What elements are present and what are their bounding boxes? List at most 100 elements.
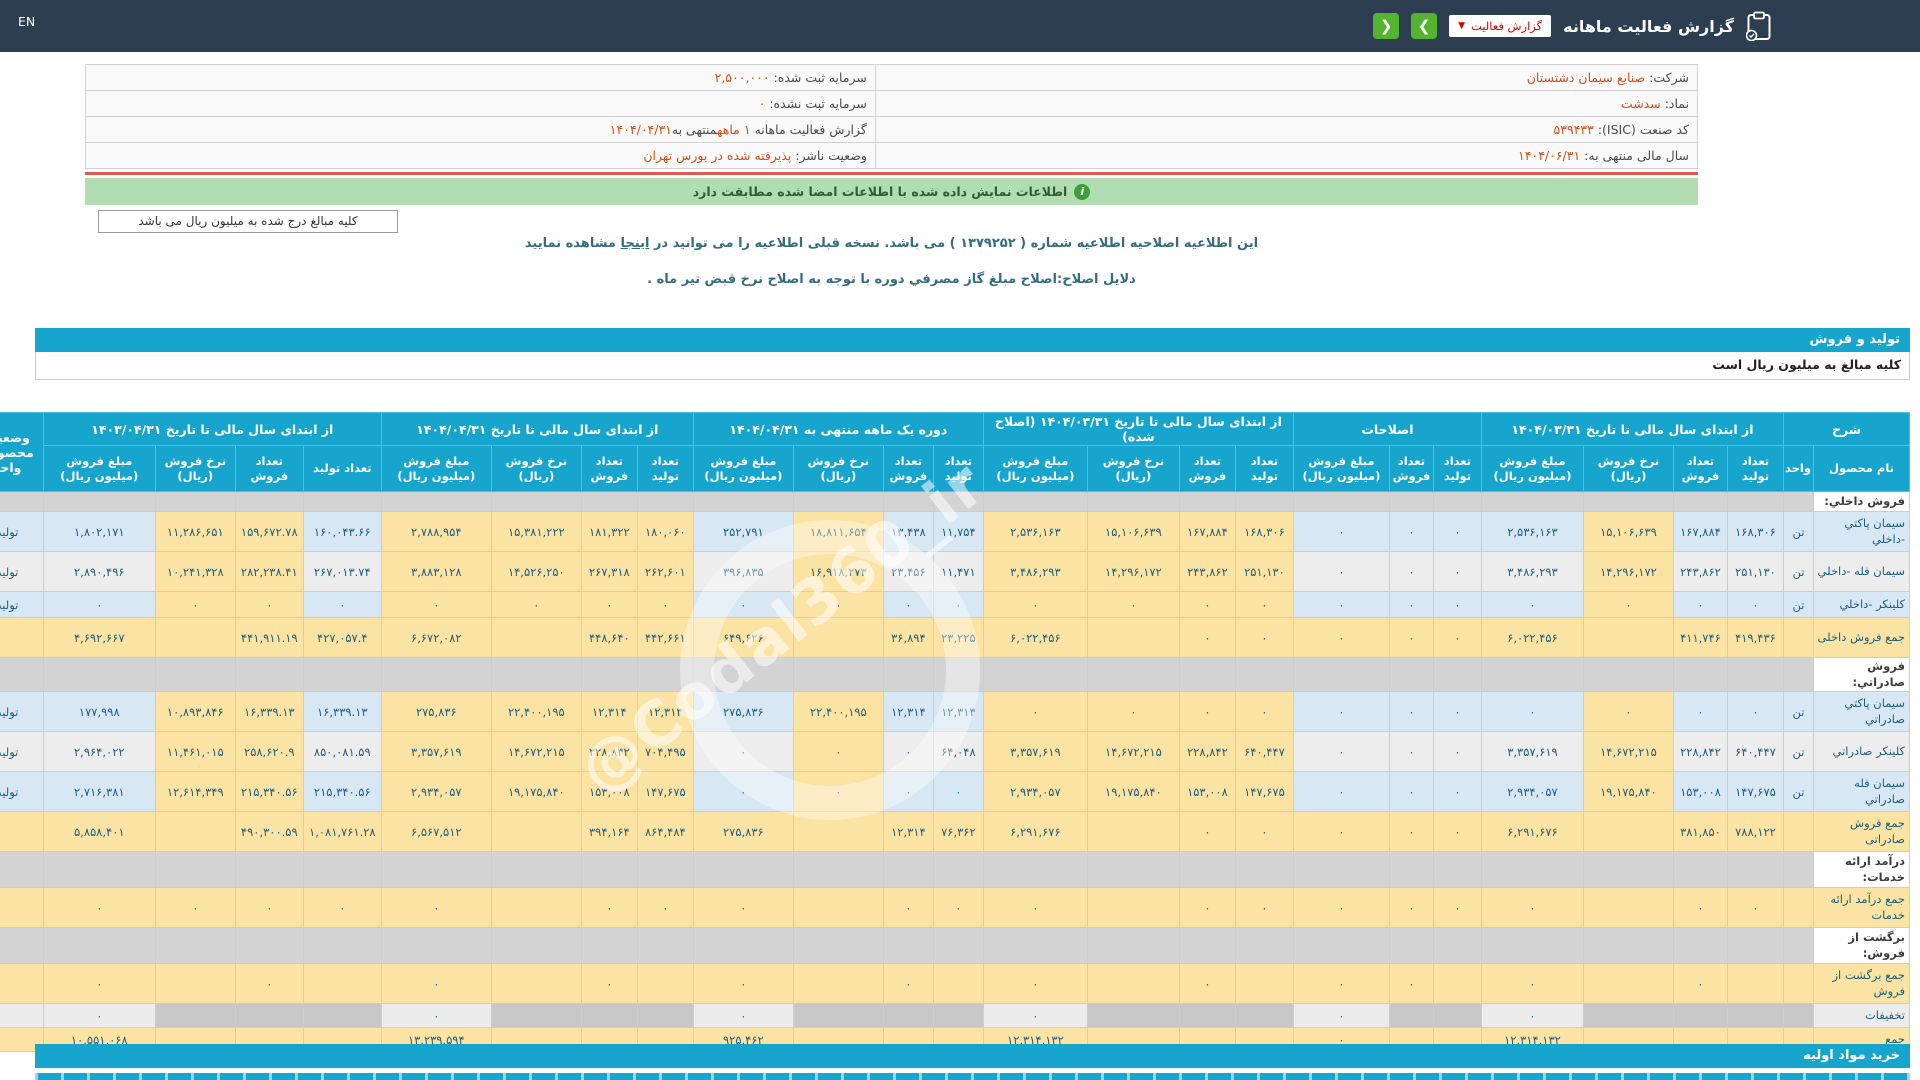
table-cell: ۰ (1583, 592, 1673, 618)
table-cell: ۰ (235, 964, 303, 1004)
table-cell: ۶۴,۰۴۸ (933, 732, 983, 772)
table-cell: ۶,۶۷۲,۰۸۲ (381, 618, 491, 658)
table-cell (581, 658, 637, 692)
table-cell: ۰ (1293, 732, 1389, 772)
table-cell: ۲,۸۹۰,۴۹۶ (43, 552, 155, 592)
report-type-dropdown[interactable]: گزارش فعالیت ▼ (1449, 15, 1551, 37)
chevron-down-icon: ▼ (1458, 21, 1465, 31)
table-cell: ۳,۳۵۷,۶۱۹ (983, 732, 1087, 772)
table-cell: ۶,۲۹۱,۶۷۶ (983, 812, 1087, 852)
table-cell: ۲۴۳,۸۶۲ (1179, 552, 1235, 592)
group-header: از ابتدای سال مالی تا تاریخ ۱۴۰۴/۰۴/۳۱ (381, 413, 693, 446)
table-cell: ۰ (983, 692, 1087, 732)
status-cell: تولید (0, 592, 43, 618)
raw-materials-section-header: خرید مواد اولیه (35, 1044, 1910, 1068)
table-cell: ۰ (983, 888, 1087, 928)
table-cell: ۲,۹۳۴,۰۵۷ (381, 772, 491, 812)
table-cell (155, 492, 235, 512)
table-cell (693, 852, 793, 888)
table-cell: ۱۶,۳۳۹.۱۳ (235, 692, 303, 732)
info-row: شرکت: صنایع سیمان دشتستان سرمایه ثبت شده… (86, 65, 1698, 91)
table-cell (1481, 852, 1583, 888)
table-cell: ۲۶۷,۳۱۸ (581, 552, 637, 592)
table-cell (1235, 964, 1293, 1004)
table-cell (793, 492, 883, 512)
table-cell (637, 1004, 693, 1028)
status-cell: تولید (0, 692, 43, 732)
table-cell: ۰ (793, 772, 883, 812)
unit-cell (1783, 618, 1813, 658)
table-cell (303, 492, 381, 512)
table-cell (793, 812, 883, 852)
column-header: تعداد تولید (1433, 446, 1481, 492)
table-cell: ۰ (1433, 512, 1481, 552)
table-cell (155, 658, 235, 692)
table-cell (1783, 852, 1813, 888)
issuer-status-cell: وضعیت ناشر: پذیرفته شده در بورس تهران (86, 143, 876, 169)
table-cell: ۰ (303, 592, 381, 618)
table-cell (491, 618, 581, 658)
table-cell: ۰ (43, 888, 155, 928)
table-cell: ۱۱,۲۸۶,۶۵۱ (155, 512, 235, 552)
table-cell: ۰ (581, 888, 637, 928)
table-cell: ۴۴۱,۹۱۱.۱۹ (235, 618, 303, 658)
table-cell (1481, 928, 1583, 964)
table-cell (933, 964, 983, 1004)
table-cell (1087, 928, 1179, 964)
table-cell (0, 928, 43, 964)
amendment-reason: دلایل اصلاح:اصلاح مبلغ گاز مصرفي دوره با… (85, 272, 1698, 287)
table-row: جمع فروش داخلی۴۱۹,۴۳۶۴۱۱,۷۴۶۶,۰۲۲,۴۵۶۰۰۰… (0, 618, 1910, 658)
table-cell: ۰ (1389, 692, 1433, 732)
table-cell (581, 492, 637, 512)
table-cell: ۶۴۰,۴۴۷ (1727, 732, 1783, 772)
table-cell (43, 928, 155, 964)
table-cell: ۰ (1433, 772, 1481, 812)
table-cell: ۰ (581, 592, 637, 618)
table-cell (883, 928, 933, 964)
table-cell: ۰ (491, 592, 581, 618)
table-cell: ۰ (1235, 618, 1293, 658)
table-cell: ۱۴,۶۷۲,۲۱۵ (1583, 732, 1673, 772)
section-label-cell: درآمد ارائه خدمات: (1814, 852, 1910, 888)
next-report-button[interactable]: ❯ (1411, 13, 1437, 39)
table-cell (1727, 1004, 1783, 1028)
table-cell: ۳۹۴,۱۶۴ (581, 812, 637, 852)
column-header: مبلغ فروش (میلیون ریال) (43, 446, 155, 492)
column-header: واحد (1783, 446, 1813, 492)
table-cell: ۱۴,۲۹۶,۱۷۲ (1583, 552, 1673, 592)
table-cell (235, 658, 303, 692)
table-cell: ۱۱,۴۷۱ (933, 552, 983, 592)
table-cell: ۰ (983, 592, 1087, 618)
previous-report-button[interactable]: ❮ (1373, 13, 1399, 39)
table-cell (1389, 928, 1433, 964)
table-cell: ۲۳,۴۵۶ (883, 552, 933, 592)
table-cell (1293, 928, 1389, 964)
table-cell (693, 492, 793, 512)
table-cell: ۰ (1433, 618, 1481, 658)
table-cell: ۰ (1179, 618, 1235, 658)
previous-disclosure-link[interactable]: اینجا (621, 236, 650, 251)
production-table: شرحاز ابتدای سال مالی تا تاریخ ۱۴۰۴/۰۳/۳… (0, 412, 1910, 1052)
table-cell (1481, 492, 1583, 512)
language-toggle[interactable]: EN (18, 14, 35, 29)
table-cell: ۱,۰۸۱,۷۶۱.۲۸ (303, 812, 381, 852)
table-cell (1727, 852, 1783, 888)
table-cell: ۱۴,۵۲۶,۲۵۰ (491, 552, 581, 592)
table-cell: ۲۵۱,۱۳۰ (1235, 552, 1293, 592)
table-cell (933, 852, 983, 888)
table-cell (1673, 928, 1727, 964)
table-cell: ۶۴۰,۴۴۷ (1235, 732, 1293, 772)
column-header: نرخ فروش (ریال) (1583, 446, 1673, 492)
table-cell: ۴۴۸,۶۴۰ (581, 618, 637, 658)
table-row: سیمان پاکتي -داخليتن۱۶۸,۳۰۶۱۶۷,۸۸۴۱۵,۱۰۶… (0, 512, 1910, 552)
table-cell (1583, 888, 1673, 928)
table-cell: ۵,۸۵۸,۴۰۱ (43, 812, 155, 852)
table-cell: ۱۱,۴۶۱,۰۱۵ (155, 732, 235, 772)
table-cell: ۲۱۵,۳۴۰.۵۶ (303, 772, 381, 812)
table-cell: ۳,۴۸۶,۲۹۳ (983, 552, 1087, 592)
column-header: مبلغ فروش (میلیون ریال) (693, 446, 793, 492)
table-cell: ۲۸۲,۲۳۸.۴۱ (235, 552, 303, 592)
table-cell: ۰ (1293, 692, 1389, 732)
row-label-cell: سیمان فله -داخلي (1814, 552, 1910, 592)
row-label-cell: سیمان پاکتي -داخلي (1814, 512, 1910, 552)
